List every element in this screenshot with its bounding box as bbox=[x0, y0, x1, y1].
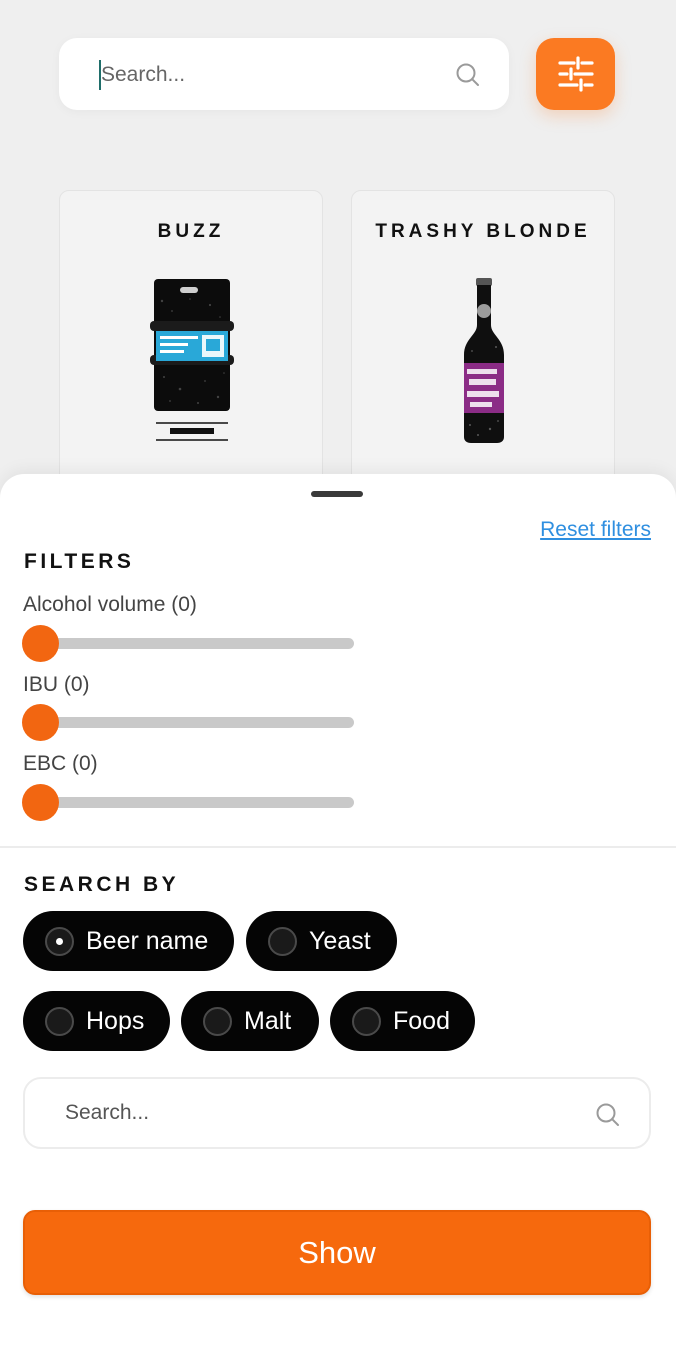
search-by-option-yeast[interactable]: Yeast bbox=[246, 911, 397, 971]
search-by-option-hops[interactable]: Hops bbox=[23, 991, 170, 1051]
top-search-input[interactable]: Search... bbox=[59, 38, 509, 110]
slider-label: EBC (0) bbox=[23, 752, 98, 775]
search-by-option-beer-name[interactable]: Beer name bbox=[23, 911, 234, 971]
radio-selected-icon bbox=[45, 926, 74, 956]
option-label: Malt bbox=[244, 1006, 292, 1035]
slider-label: Alcohol volume (0) bbox=[23, 593, 197, 616]
search-by-input[interactable]: Search... bbox=[23, 1077, 651, 1149]
slider-label: IBU (0) bbox=[23, 673, 90, 696]
beer-card[interactable]: BUZZ bbox=[59, 190, 323, 510]
top-search-placeholder: Search... bbox=[101, 63, 186, 86]
option-label: Food bbox=[393, 1006, 450, 1035]
filter-toggle-button[interactable] bbox=[536, 38, 615, 110]
ebc-slider-track[interactable] bbox=[40, 797, 354, 808]
alcohol-slider-track[interactable] bbox=[40, 638, 354, 649]
search-by-option-food[interactable]: Food bbox=[330, 991, 475, 1051]
reset-filters-link[interactable]: Reset filters bbox=[540, 518, 651, 542]
ebc-slider-thumb[interactable] bbox=[22, 784, 59, 821]
option-label: Yeast bbox=[309, 926, 371, 955]
radio-icon bbox=[352, 1006, 381, 1036]
search-by-option-malt[interactable]: Malt bbox=[181, 991, 319, 1051]
sheet-drag-handle[interactable] bbox=[311, 491, 363, 497]
option-label: Beer name bbox=[86, 926, 209, 955]
radio-icon bbox=[268, 926, 297, 956]
beer-name: BUZZ bbox=[157, 221, 225, 242]
ibu-slider-track[interactable] bbox=[40, 717, 354, 728]
keg-image bbox=[150, 279, 234, 441]
show-button[interactable]: Show bbox=[23, 1210, 651, 1295]
search-icon[interactable] bbox=[595, 1102, 621, 1128]
section-divider bbox=[0, 846, 676, 848]
ibu-slider-thumb[interactable] bbox=[22, 704, 59, 741]
app-screen: Search... BUZZ TRASHY BLONDE Reset filte… bbox=[0, 0, 676, 1356]
radio-icon bbox=[203, 1006, 232, 1036]
search-icon[interactable] bbox=[455, 62, 481, 88]
filter-sheet: Reset filters FILTERS Alcohol volume (0)… bbox=[0, 474, 676, 1356]
beer-name: TRASHY BLONDE bbox=[375, 221, 591, 242]
option-label: Hops bbox=[86, 1006, 145, 1035]
filters-title: FILTERS bbox=[24, 550, 135, 573]
bottle-image bbox=[464, 278, 504, 443]
alcohol-slider-thumb[interactable] bbox=[22, 625, 59, 662]
beer-card[interactable]: TRASHY BLONDE bbox=[351, 190, 615, 510]
radio-icon bbox=[45, 1006, 74, 1036]
search-by-title: SEARCH BY bbox=[24, 873, 180, 896]
sliders-icon bbox=[557, 56, 594, 92]
search-by-placeholder: Search... bbox=[65, 1101, 150, 1124]
